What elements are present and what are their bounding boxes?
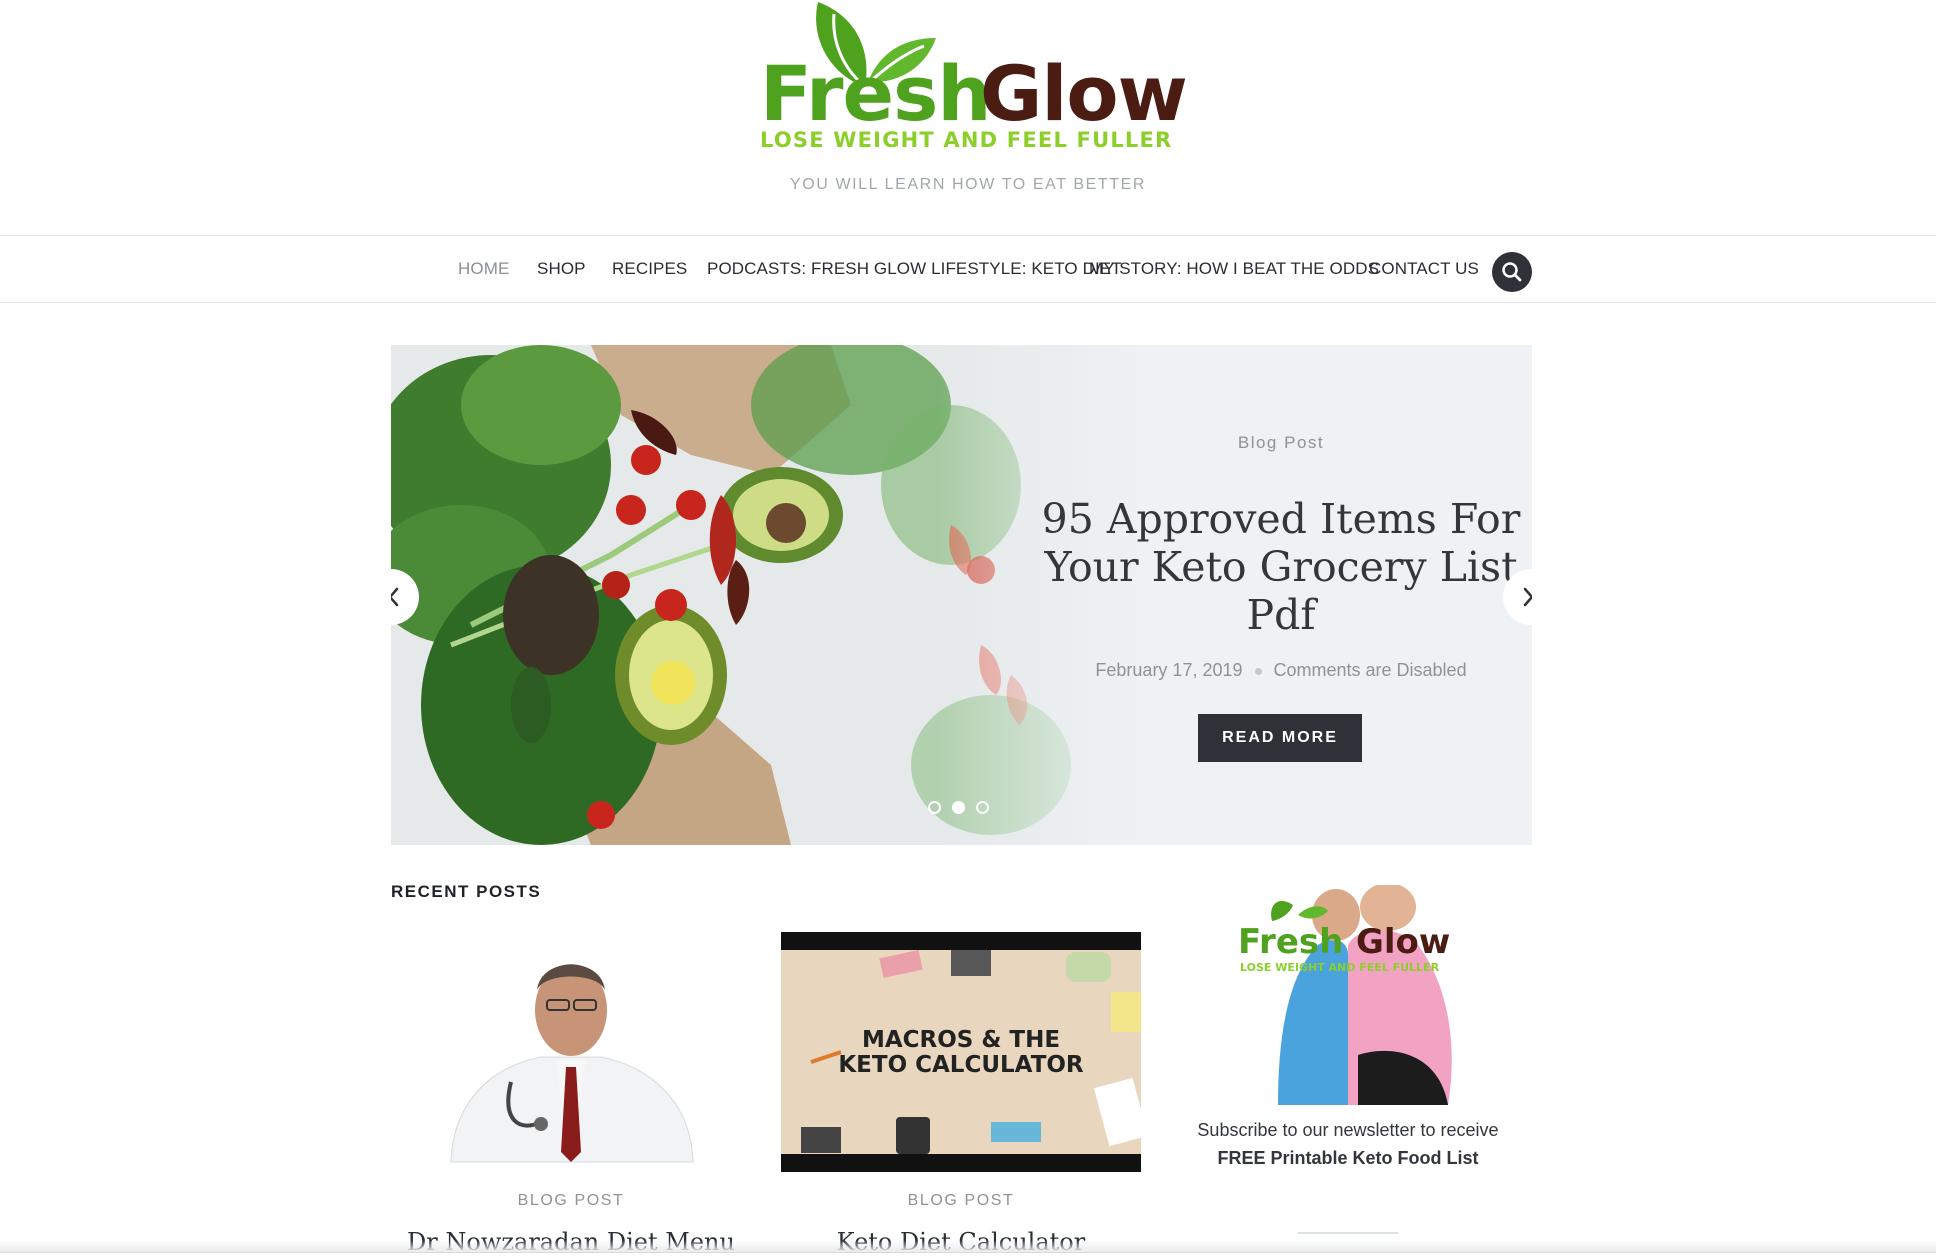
slide-comments: Comments are Disabled bbox=[1273, 660, 1467, 680]
nav-item-recipes[interactable]: RECIPES bbox=[612, 259, 687, 279]
site-header: Fresh Glow LOSE WEIGHT AND FEEL FULLER Y… bbox=[0, 0, 1936, 235]
post-thumbnail[interactable]: MACROS & THE KETO CALCULATOR bbox=[781, 932, 1141, 1172]
post-thumbnail[interactable] bbox=[391, 932, 751, 1172]
read-more-button[interactable]: READ MORE bbox=[1198, 714, 1362, 762]
chevron-left-icon bbox=[391, 587, 399, 607]
search-button[interactable] bbox=[1492, 252, 1532, 292]
slider-dot-2[interactable] bbox=[952, 801, 965, 814]
slider-prev-button[interactable] bbox=[391, 569, 419, 625]
slide-title-line: Your Keto Grocery List bbox=[1044, 543, 1518, 591]
nav-item-podcasts[interactable]: PODCASTS: FRESH GLOW LIFESTYLE: KETO DIE… bbox=[707, 259, 1122, 279]
slider-dot-1[interactable] bbox=[928, 801, 941, 814]
main-nav: HOME SHOP RECIPES PODCASTS: FRESH GLOW L… bbox=[0, 235, 1936, 303]
newsletter-bold-text: FREE Printable Keto Food List bbox=[1217, 1148, 1479, 1168]
nav-item-contact-us[interactable]: CONTACT US bbox=[1369, 259, 1479, 279]
search-icon bbox=[1502, 262, 1522, 282]
site-logo[interactable]: Fresh Glow LOSE WEIGHT AND FEEL FULLER bbox=[758, 0, 1188, 160]
nav-item-my-story[interactable]: MY STORY: HOW I BEAT THE ODDS bbox=[1089, 259, 1379, 279]
newsletter-bold-line[interactable]: FREE Printable Keto Food List bbox=[1168, 1144, 1528, 1172]
logo-fresh-text: Fresh bbox=[760, 49, 991, 138]
recent-posts-heading: RECENT POSTS bbox=[391, 882, 542, 901]
post-category[interactable]: BLOG POST bbox=[391, 1192, 751, 1210]
widget-image[interactable]: Fresh Glow LOSE WEIGHT AND FEEL FULLER bbox=[1238, 885, 1468, 1105]
window-bottom-edge bbox=[0, 1240, 1936, 1253]
slider-next-button[interactable] bbox=[1503, 569, 1532, 625]
nav-item-home[interactable]: HOME bbox=[458, 259, 509, 279]
meta-separator bbox=[1254, 667, 1262, 675]
logo-glow-text: Glow bbox=[980, 49, 1188, 138]
chevron-right-icon bbox=[1523, 587, 1532, 607]
slide-date[interactable]: February 17, 2019 bbox=[1095, 660, 1242, 680]
widget-logo-word: Fresh bbox=[1238, 922, 1343, 962]
slide-title[interactable]: 95 Approved Items For Your Keto Grocery … bbox=[1031, 495, 1531, 639]
slide-title-line: Pdf bbox=[1246, 591, 1316, 639]
slider-dot-3[interactable] bbox=[976, 801, 989, 814]
slide-category[interactable]: Blog Post bbox=[1031, 433, 1531, 453]
logo-tagline: LOSE WEIGHT AND FEEL FULLER bbox=[760, 128, 1173, 152]
newsletter-line: Subscribe to our newsletter to receive bbox=[1197, 1120, 1499, 1140]
thumb-text-line: KETO CALCULATOR bbox=[838, 1052, 1084, 1078]
widget-logo-tagline: LOSE WEIGHT AND FEEL FULLER bbox=[1240, 961, 1440, 974]
site-description: YOU WILL LEARN HOW TO EAT BETTER bbox=[789, 176, 1147, 193]
slide-title-line: 95 Approved Items For bbox=[1041, 495, 1521, 543]
thumb-text-line: MACROS & THE bbox=[862, 1027, 1060, 1053]
divider bbox=[1298, 1232, 1398, 1234]
nav-item-shop[interactable]: SHOP bbox=[537, 259, 586, 279]
post-category[interactable]: BLOG POST bbox=[781, 1192, 1141, 1210]
widget-logo-word: Glow bbox=[1356, 922, 1450, 962]
featured-slider: Blog Post 95 Approved Items For Your Ket… bbox=[391, 345, 1532, 845]
newsletter-text: Subscribe to our newsletter to receive F… bbox=[1168, 1116, 1528, 1172]
slide-meta: February 17, 2019 Comments are Disabled bbox=[1031, 660, 1531, 681]
